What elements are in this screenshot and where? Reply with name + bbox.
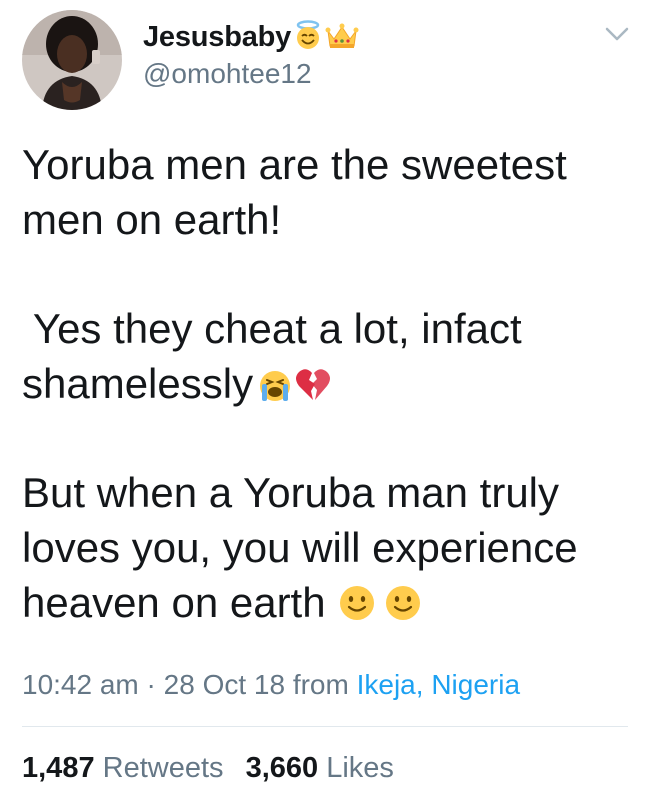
smiling-face-with-halo-icon: [292, 19, 324, 56]
meta-separator: ·: [138, 669, 164, 700]
tweet-date[interactable]: 28 Oct 18: [164, 669, 285, 700]
crown-icon: [325, 19, 359, 56]
tweet-line: loves you, you will experience: [22, 524, 578, 571]
tweet-stats: 1,487 Retweets 3,660 Likes: [22, 752, 394, 785]
tweet-line-text: shamelessly: [22, 360, 254, 407]
retweets-count: 1,487: [22, 752, 95, 784]
slightly-smiling-face-icon: [337, 581, 377, 636]
chevron-down-icon[interactable]: [604, 24, 630, 44]
location-link[interactable]: Ikeja, Nigeria: [357, 669, 520, 700]
tweet-text: Yoruba men are the sweetest men on earth…: [22, 137, 632, 630]
retweets-label: Retweets: [102, 752, 224, 784]
loudly-crying-face-icon: [253, 362, 293, 417]
tweet-line: Yoruba men are the sweetest: [22, 141, 567, 188]
tweet-line-text: heaven on earth: [22, 579, 338, 626]
avatar[interactable]: [22, 10, 122, 110]
slightly-smiling-face-icon: [383, 581, 423, 636]
user-handle[interactable]: @omohtee12: [143, 58, 312, 90]
divider: [22, 726, 628, 727]
tweet-line-with-emoji: shamelessly: [22, 356, 632, 411]
retweets-stat[interactable]: 1,487 Retweets: [22, 752, 224, 784]
tweet-line: Yes they cheat a lot, infact: [22, 305, 522, 352]
display-name[interactable]: Jesusbaby: [143, 21, 291, 54]
tweet-line: men on earth!: [22, 196, 282, 243]
broken-heart-icon: [293, 362, 333, 417]
tweet-metadata: 10:42 am · 28 Oct 18 from Ikeja, Nigeria: [22, 669, 520, 701]
tweet-detail: Jesusbaby @omohtee12 Yoruba men are the …: [0, 0, 650, 800]
tweet-line-with-emoji: heaven on earth: [22, 575, 632, 630]
tweet-time[interactable]: 10:42 am: [22, 669, 139, 700]
likes-count: 3,660: [245, 752, 319, 784]
likes-stat[interactable]: 3,660 Likes: [246, 752, 394, 784]
name-row: Jesusbaby: [143, 16, 359, 58]
from-label: from: [285, 669, 357, 700]
tweet-line: But when a Yoruba man truly: [22, 469, 560, 516]
likes-label: Likes: [326, 752, 394, 784]
